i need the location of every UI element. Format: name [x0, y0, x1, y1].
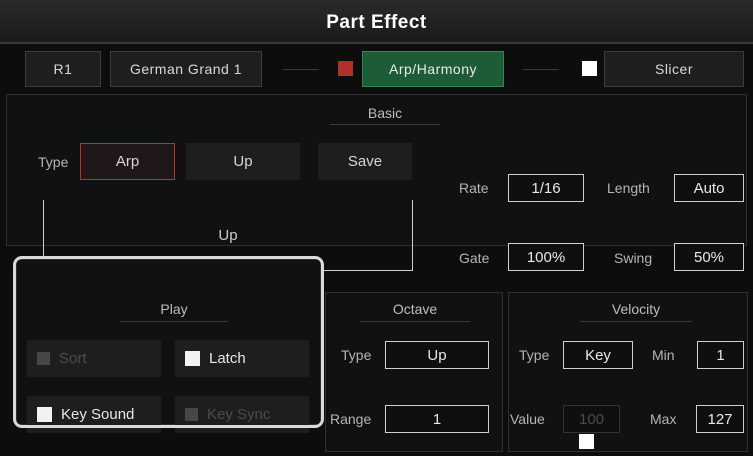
velocity-type-label: Type — [519, 347, 550, 363]
swing-label: Swing — [614, 250, 653, 266]
velocity-max-value[interactable]: 127 — [696, 405, 744, 433]
slicer-indicator-icon[interactable] — [582, 61, 597, 76]
title-bar: Part Effect — [0, 0, 753, 44]
octave-title: Octave — [392, 301, 438, 317]
basic-title: Basic — [367, 105, 403, 121]
gate-label: Gate — [459, 250, 490, 266]
save-button[interactable]: Save — [318, 143, 412, 180]
slicer-button[interactable]: Slicer — [604, 51, 744, 87]
arp-harmony-button[interactable]: Arp/Harmony — [362, 51, 504, 87]
divider — [283, 69, 319, 70]
velocity-min-value[interactable]: 1 — [697, 341, 744, 369]
length-label: Length — [607, 180, 650, 196]
rate-label: Rate — [459, 180, 489, 196]
octave-type-value[interactable]: Up — [385, 341, 489, 369]
rate-value[interactable]: 1/16 — [508, 174, 584, 202]
arp-type-button[interactable]: Arp — [80, 143, 175, 180]
velocity-type-value[interactable]: Key — [563, 341, 633, 369]
velocity-value-field[interactable]: 100 — [563, 405, 620, 433]
type-label: Type — [38, 154, 69, 170]
octave-type-label: Type — [341, 347, 372, 363]
voice-select-button[interactable]: German Grand 1 — [110, 51, 262, 87]
velocity-min-label: Min — [652, 347, 675, 363]
pattern-display-text: Up — [218, 227, 238, 244]
octave-range-value[interactable]: 1 — [385, 405, 489, 433]
velocity-title-underline — [580, 321, 692, 322]
arp-indicator-icon[interactable] — [338, 61, 353, 76]
velocity-title: Velocity — [611, 301, 661, 317]
velocity-value-label: Value — [510, 411, 545, 427]
play-highlight-frame — [13, 256, 324, 428]
page-title: Part Effect — [326, 12, 427, 33]
gate-value[interactable]: 100% — [508, 243, 584, 271]
velocity-value-indicator-icon[interactable] — [579, 434, 594, 449]
octave-title-underline — [360, 321, 470, 322]
arp-style-button[interactable]: Up — [186, 143, 300, 180]
velocity-max-label: Max — [650, 411, 677, 427]
part-select-button[interactable]: R1 — [25, 51, 101, 87]
length-value[interactable]: Auto — [674, 174, 744, 202]
divider — [523, 69, 559, 70]
swing-value[interactable]: 50% — [674, 243, 744, 271]
basic-title-underline — [330, 124, 440, 125]
octave-range-label: Range — [330, 411, 372, 427]
